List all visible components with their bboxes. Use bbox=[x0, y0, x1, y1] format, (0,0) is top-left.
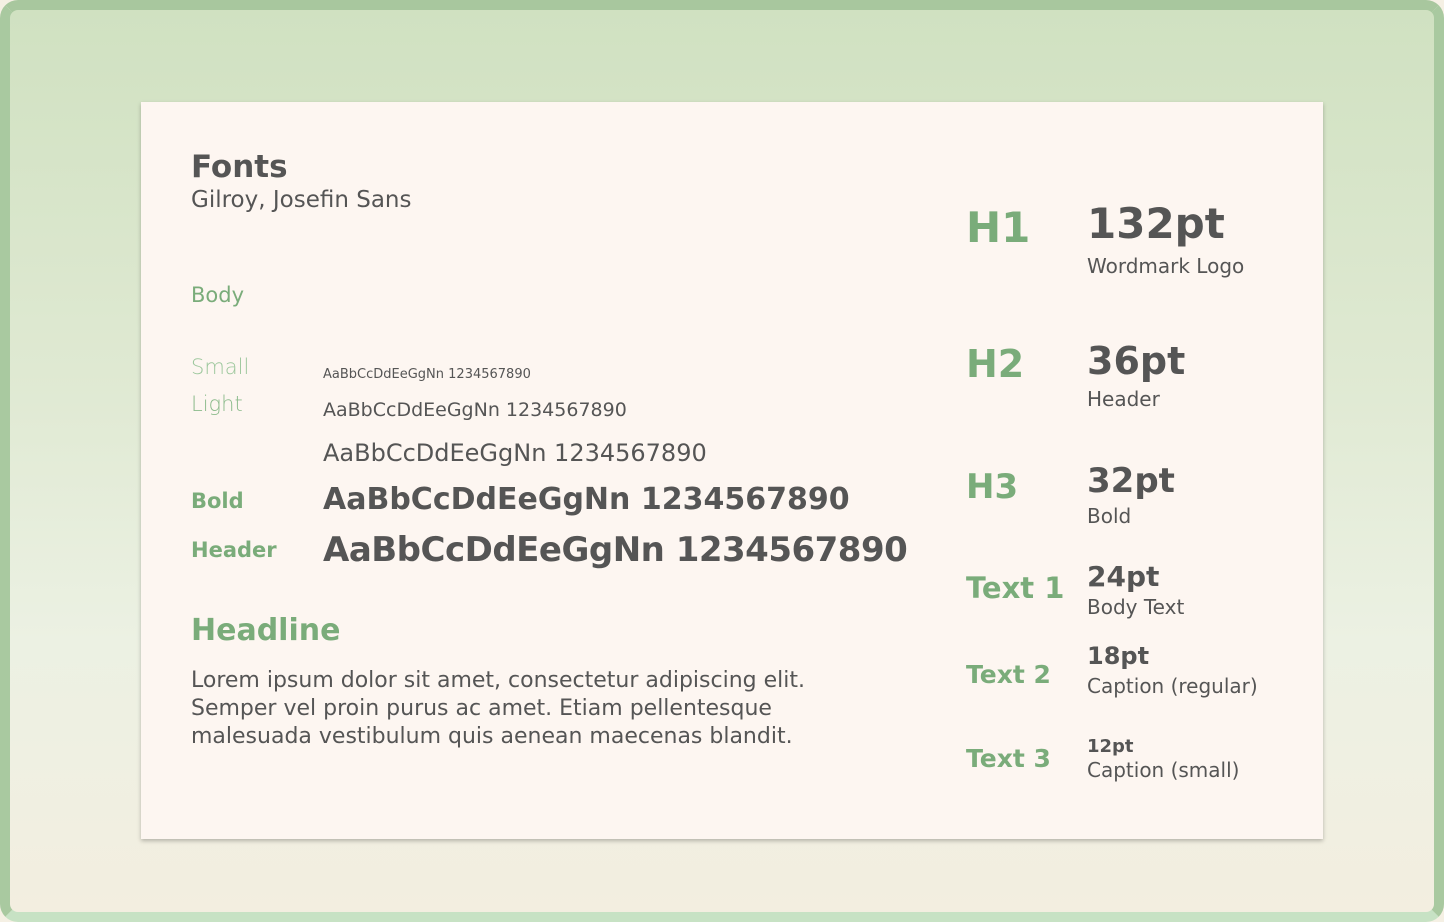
sample-small: AaBbCcDdEeGgNn 1234567890 bbox=[323, 367, 531, 382]
headline-body-text: Lorem ipsum dolor sit amet, consectetur … bbox=[191, 668, 805, 749]
scale-label-text2: Text 2 bbox=[966, 660, 1051, 689]
typography-card: Fonts Gilroy, Josefin Sans Body Small Li… bbox=[141, 102, 1323, 839]
scale-label-h3: H3 bbox=[966, 467, 1019, 507]
scale-desc-h3: Bold bbox=[1087, 504, 1132, 528]
body-label: Body bbox=[191, 283, 245, 307]
weight-label-header: Header bbox=[191, 538, 277, 562]
scale-desc-h1: Wordmark Logo bbox=[1087, 254, 1245, 278]
sample-header: AaBbCcDdEeGgNn 1234567890 bbox=[323, 530, 908, 570]
headline-label: Headline bbox=[191, 613, 341, 648]
scale-label-text3: Text 3 bbox=[966, 744, 1051, 773]
scale-label-h2: H2 bbox=[966, 342, 1025, 386]
sample-regular: AaBbCcDdEeGgNn 1234567890 bbox=[323, 439, 707, 467]
sample-light: AaBbCcDdEeGgNn 1234567890 bbox=[323, 399, 627, 421]
sample-bold: AaBbCcDdEeGgNn 1234567890 bbox=[323, 482, 850, 517]
weight-label-light: Light bbox=[191, 392, 243, 416]
scale-size-h2: 36pt bbox=[1087, 339, 1186, 383]
scale-size-text1: 24pt bbox=[1087, 560, 1160, 593]
scale-label-h1: H1 bbox=[966, 203, 1031, 252]
background-frame: Fonts Gilroy, Josefin Sans Body Small Li… bbox=[0, 0, 1444, 922]
scale-label-text1: Text 1 bbox=[966, 571, 1065, 605]
scale-desc-text1: Body Text bbox=[1087, 595, 1185, 619]
scale-size-h1: 132pt bbox=[1087, 199, 1225, 248]
fonts-title: Fonts bbox=[191, 149, 288, 185]
scale-size-text3: 12pt bbox=[1087, 736, 1134, 757]
weight-label-bold: Bold bbox=[191, 489, 244, 513]
scale-size-text2: 18pt bbox=[1087, 642, 1150, 670]
font-families: Gilroy, Josefin Sans bbox=[191, 187, 412, 213]
scale-desc-text2: Caption (regular) bbox=[1087, 674, 1258, 698]
scale-desc-text3: Caption (small) bbox=[1087, 758, 1240, 782]
scale-desc-h2: Header bbox=[1087, 387, 1160, 411]
weight-label-small: Small bbox=[191, 355, 250, 379]
scale-size-h3: 32pt bbox=[1087, 461, 1175, 501]
